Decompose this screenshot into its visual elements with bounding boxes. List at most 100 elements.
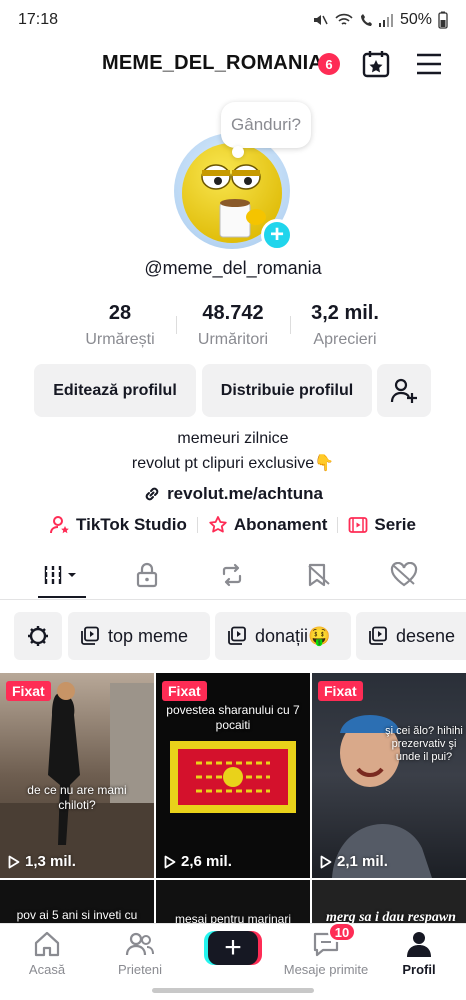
video-caption: de ce nu are mami chiloti? <box>27 783 127 812</box>
video-thumbnail[interactable]: Fixat de ce nu are mami chiloti? 1,3 mil… <box>0 673 154 878</box>
subscription-label: Abonament <box>233 515 328 534</box>
heart-eye-icon <box>390 562 418 587</box>
video-scene-image <box>332 715 432 878</box>
video-caption: povestea sharanului cu 7 pocaiti <box>166 703 300 732</box>
playlist-chip[interactable]: top meme <box>68 612 210 660</box>
nav-friends-label: Prieteni <box>117 962 163 977</box>
playlist-icon <box>81 626 99 645</box>
video-caption: şi cei ălo? hihihi prezervativ şi unde i… <box>385 725 463 763</box>
stat-likes[interactable]: 3,2 mil. Aprecieri <box>285 302 405 349</box>
gear-icon <box>28 626 48 646</box>
tab-liked[interactable] <box>374 552 434 598</box>
plus-icon: + <box>224 931 242 964</box>
tab-videos[interactable] <box>32 552 92 598</box>
home-icon <box>34 931 60 957</box>
view-count: 2,6 mil. <box>164 853 232 870</box>
thought-bubble[interactable]: Gânduri? <box>221 102 311 148</box>
plus-icon: + <box>269 221 284 248</box>
nav-inbox[interactable]: Mesaje primite <box>282 930 370 977</box>
play-icon <box>164 855 176 868</box>
hamburger-icon <box>417 53 441 75</box>
play-icon <box>320 855 332 868</box>
creator-shortcuts: TikTok Studio Abonament Serie <box>0 515 466 535</box>
status-icons: 50% <box>312 11 448 29</box>
video-thumbnail[interactable]: Fixat şi cei ălo? hihihi prezervativ şi … <box>312 673 466 878</box>
notification-badge: 6 <box>318 53 340 75</box>
playlist-row: top meme donații🤑 desene <box>0 612 466 662</box>
shortcut-divider <box>337 517 339 533</box>
stat-following-label: Urmărești <box>85 331 155 348</box>
playlist-label: donații🤑 <box>255 625 331 646</box>
thought-bubble-tail <box>232 146 244 158</box>
tiktok-studio-link[interactable]: TikTok Studio <box>50 515 187 535</box>
series-label: Serie <box>374 515 416 534</box>
menu-button[interactable] <box>414 50 444 78</box>
bio-link[interactable]: revolut.me/achtuna <box>0 484 466 504</box>
share-profile-button[interactable]: Distribuie profilul <box>202 364 372 417</box>
subscription-link[interactable]: Abonament <box>208 515 328 535</box>
video-thumbnail[interactable]: Fixat povestea sharanului cu 7 pocaiti 2… <box>156 673 310 878</box>
nav-home-label: Acasă <box>28 962 66 977</box>
series-icon <box>348 517 368 533</box>
calendar-star-icon <box>362 51 390 78</box>
shortcut-divider <box>196 517 198 533</box>
stat-followers[interactable]: 48.742 Urmăritori <box>173 302 293 349</box>
bio-line: memeuri zilnice <box>177 430 289 447</box>
nav-profile[interactable]: Profil <box>374 930 464 977</box>
stat-likes-value: 3,2 mil. <box>311 302 379 324</box>
stat-following[interactable]: 28 Urmărești <box>60 302 180 349</box>
wifi-call-icon <box>335 13 353 25</box>
view-count-value: 2,1 mil. <box>337 853 388 870</box>
signal-icon <box>378 14 393 27</box>
tab-favorites[interactable] <box>289 552 349 598</box>
video-thumbnail[interactable]: pov ai 5 ani si inveti cu taicatu <box>0 880 154 923</box>
video-grid: Fixat de ce nu are mami chiloti? 1,3 mil… <box>0 673 466 923</box>
home-indicator[interactable] <box>152 988 314 993</box>
profile-handle: @meme_del_romania <box>144 258 322 278</box>
edit-profile-button[interactable]: Editează profilul <box>34 364 196 417</box>
profile-username[interactable]: MEME_DEL_ROMANIA <box>102 52 323 75</box>
person-star-icon <box>50 516 69 534</box>
create-button[interactable]: + <box>208 931 258 965</box>
playlist-label: top meme <box>108 625 189 646</box>
subscription-star-icon <box>209 516 227 533</box>
stat-followers-value: 48.742 <box>202 302 264 324</box>
bottom-navigation: Acasă Prieteni + Mesaje primite 10 Profi… <box>0 922 466 985</box>
view-count-value: 1,3 mil. <box>25 853 76 870</box>
profile-stats: 28 Urmărești 48.742 Urmăritori 3,2 mil. … <box>0 302 466 352</box>
mute-icon <box>313 15 328 25</box>
bio-link-text: revolut.me/achtuna <box>167 484 323 503</box>
tab-reposts[interactable] <box>202 552 262 598</box>
play-icon <box>8 855 20 868</box>
series-link[interactable]: Serie <box>348 515 416 535</box>
playlist-chip[interactable]: donații🤑 <box>215 612 351 660</box>
playlist-chip[interactable]: desene <box>356 612 466 660</box>
calendar-star-button[interactable] <box>360 48 392 80</box>
add-friend-icon <box>390 378 417 403</box>
add-story-button[interactable]: + <box>261 219 293 251</box>
tab-private[interactable] <box>117 552 177 598</box>
friends-icon <box>125 932 154 956</box>
video-caption: mesaj pentru marinari <box>174 912 292 923</box>
video-thumbnail[interactable]: merg sa i dau respawn <box>312 880 466 923</box>
repost-icon <box>222 563 242 587</box>
video-thumbnail[interactable]: mesaj pentru marinari <box>156 880 310 923</box>
playlist-icon <box>369 626 387 645</box>
bio-line: revolut pt clipuri exclusive👇 <box>131 455 335 472</box>
grid-bars-icon <box>44 566 76 584</box>
stat-followers-label: Urmăritori <box>197 331 269 348</box>
stat-following-value: 28 <box>108 302 132 324</box>
profile-icon <box>407 932 431 957</box>
pinned-badge: Fixat <box>6 681 51 701</box>
view-count-value: 2,6 mil. <box>181 853 232 870</box>
add-friend-button[interactable] <box>377 364 431 417</box>
pinned-badge: Fixat <box>318 681 363 701</box>
playlist-icon <box>228 626 246 645</box>
nav-friends[interactable]: Prieteni <box>95 930 185 977</box>
nav-home[interactable]: Acasă <box>2 930 92 977</box>
link-icon <box>145 487 159 501</box>
phone-icon <box>360 14 372 26</box>
status-time: 17:18 <box>18 11 59 28</box>
playlist-settings-button[interactable] <box>14 612 62 660</box>
pinned-badge: Fixat <box>162 681 207 701</box>
